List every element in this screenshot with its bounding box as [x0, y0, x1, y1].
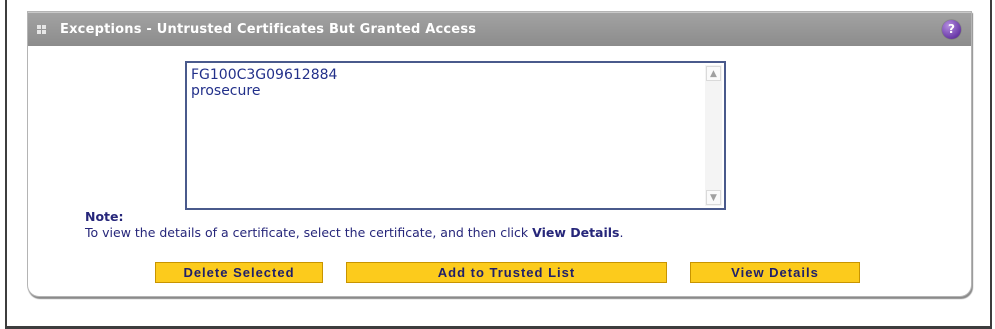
- list-item[interactable]: prosecure: [191, 83, 260, 99]
- panel-title: Exceptions - Untrusted Certificates But …: [60, 22, 477, 37]
- certificate-list[interactable]: FG100C3G09612884 prosecure ▲ ▼: [185, 61, 726, 210]
- list-item[interactable]: FG100C3G09612884: [191, 67, 337, 83]
- scroll-up-icon[interactable]: ▲: [706, 66, 721, 81]
- page-frame: Exceptions - Untrusted Certificates But …: [0, 0, 995, 329]
- help-icon[interactable]: ?: [942, 20, 961, 39]
- note-text-bold: View Details: [532, 225, 620, 240]
- exceptions-panel: Exceptions - Untrusted Certificates But …: [27, 11, 972, 297]
- scroll-down-icon[interactable]: ▼: [706, 190, 721, 205]
- delete-selected-button[interactable]: Delete Selected: [155, 262, 323, 283]
- note-label: Note:: [85, 209, 124, 224]
- note-text-before: To view the details of a certificate, se…: [85, 225, 533, 240]
- view-details-button[interactable]: View Details: [690, 262, 860, 283]
- note-text: To view the details of a certificate, se…: [85, 225, 623, 240]
- frame-right-border: [990, 0, 992, 329]
- list-scrollbar[interactable]: ▲ ▼: [705, 65, 722, 206]
- note-text-after: .: [619, 225, 624, 240]
- expand-grid-icon[interactable]: [37, 25, 46, 34]
- frame-left-border: [5, 0, 7, 329]
- panel-header: Exceptions - Untrusted Certificates But …: [28, 12, 971, 46]
- add-to-trusted-list-button[interactable]: Add to Trusted List: [346, 262, 667, 283]
